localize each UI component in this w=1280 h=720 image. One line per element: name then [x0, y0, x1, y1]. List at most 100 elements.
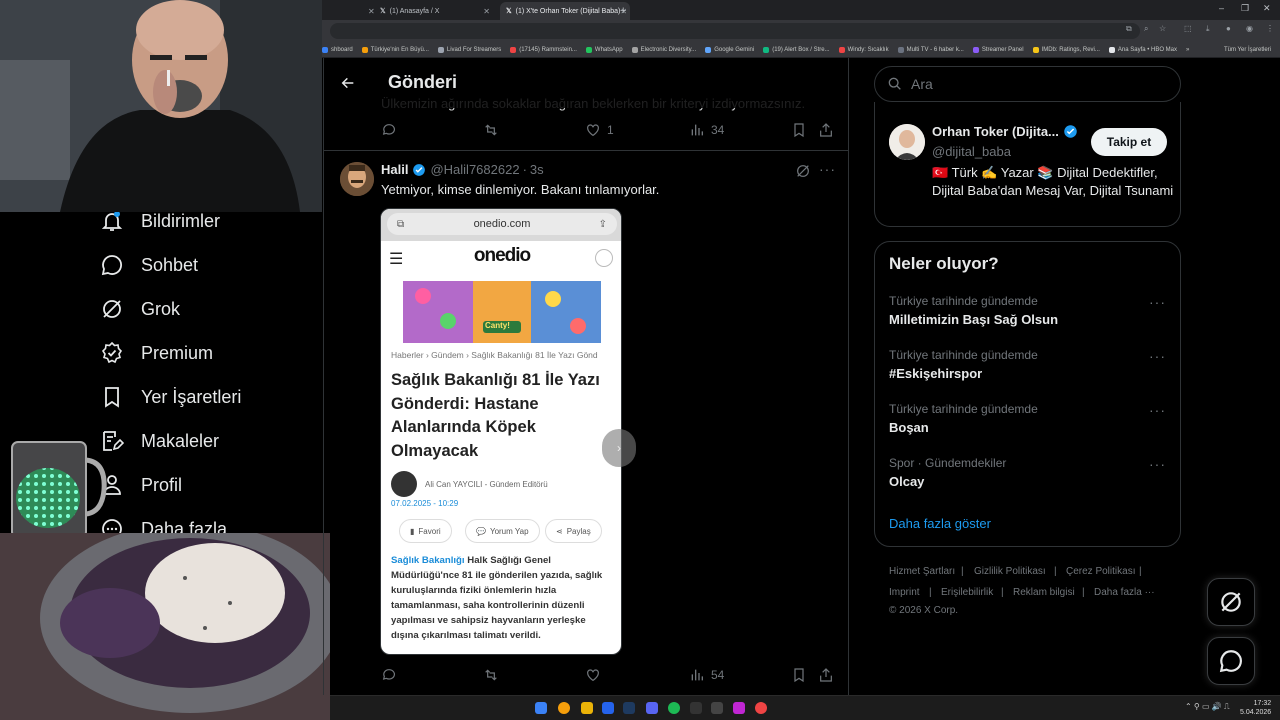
steam-icon[interactable] — [623, 702, 635, 714]
bookmarks-overflow-button[interactable]: » — [1186, 47, 1189, 53]
messages-fab-button[interactable] — [1207, 637, 1255, 685]
footer-link[interactable]: Erişilebilirlik — [941, 587, 993, 598]
reply-button[interactable] — [381, 122, 403, 138]
bookmark-item[interactable]: Multi TV - 6 haber k... — [897, 46, 964, 53]
menu-icon[interactable]: ⋮ — [1266, 24, 1274, 33]
bookmark-item[interactable]: (19) Alert Box / Stre... — [763, 46, 830, 53]
footer-link[interactable]: Gizlilik Politikası — [974, 566, 1046, 577]
spotify-icon[interactable] — [668, 702, 680, 714]
views-button[interactable]: 54 — [689, 667, 724, 683]
tab-close-previous[interactable]: ✕ — [362, 2, 374, 20]
sidebar-item-premium[interactable]: Premium — [100, 341, 213, 365]
close-icon[interactable]: ✕ — [483, 7, 490, 16]
chrome-icon[interactable] — [558, 702, 570, 714]
reply-button[interactable] — [381, 667, 403, 683]
footer-link[interactable]: Çerez Politikası — [1066, 566, 1135, 577]
search-input[interactable]: Ara — [874, 66, 1181, 102]
extensions-icon[interactable]: ⬚ — [1184, 24, 1192, 33]
profile-icon[interactable]: ● — [1226, 24, 1231, 33]
bookmark-item[interactable]: IMDb: Ratings, Revi... — [1032, 46, 1100, 53]
share-button[interactable] — [818, 667, 840, 683]
profile-name[interactable]: Orhan Toker (Dijita... — [932, 124, 1059, 139]
sidebar-item-chat[interactable]: Sohbet — [100, 253, 198, 277]
app-icon[interactable] — [733, 702, 745, 714]
footer-link[interactable]: Imprint — [889, 587, 920, 598]
sidebar-item-notifications[interactable]: Bildirimler — [100, 209, 220, 233]
app-icon[interactable] — [602, 702, 614, 714]
bookmark-item[interactable]: Türkiye'nin En Büyü... — [361, 46, 429, 53]
footer-link[interactable]: Daha fazla ··· — [1094, 587, 1155, 598]
grok-icon[interactable] — [795, 163, 811, 179]
minimize-button[interactable]: – — [1219, 3, 1224, 13]
trend-item[interactable]: Türkiye tarihinde gündemde Milletimizin … — [875, 294, 1180, 346]
bookmark-item[interactable]: Windy: Sıcaklık — [838, 46, 889, 53]
app-icon[interactable] — [755, 702, 767, 714]
author-handle[interactable]: @Halil7682622 — [430, 162, 519, 177]
window-close-button[interactable]: ✕ — [1263, 3, 1271, 14]
more-options-icon[interactable]: ··· — [819, 161, 836, 177]
omnibox[interactable] — [330, 23, 1140, 39]
sidebar-item-grok[interactable]: Grok — [100, 297, 180, 321]
tab-anasayfa[interactable]: 𝕏 (1) Anasayfa / X ✕ — [374, 2, 496, 20]
footer-link[interactable]: Hizmet Şartları — [889, 566, 955, 577]
bookmark-item[interactable]: Livad For Streamers — [437, 46, 501, 53]
tray-icons[interactable]: ⌃ ⚲ ▭ 🔊 ⎍ — [1185, 702, 1230, 712]
bookmark-favicon-icon — [437, 46, 444, 53]
author-name[interactable]: Halil — [381, 162, 408, 177]
profile-handle[interactable]: @dijital_baba — [932, 144, 1011, 159]
install-icon[interactable]: ⧉ — [1126, 24, 1132, 34]
share-button[interactable] — [818, 122, 840, 138]
share-article-button: ⋖ Paylaş — [545, 519, 602, 543]
trend-item[interactable]: Türkiye tarihinde gündemde Boşan ··· — [875, 402, 1180, 454]
follow-button[interactable]: Takip et — [1091, 128, 1167, 156]
bookmark-button[interactable] — [791, 122, 813, 138]
like-button[interactable] — [585, 667, 607, 683]
show-more-link[interactable]: Daha fazla göster — [889, 516, 991, 531]
zoom-icon[interactable]: ⌕ — [1144, 24, 1148, 34]
bookmark-item[interactable]: WhatsApp — [585, 46, 623, 53]
bookmark-item[interactable]: Streamer Panel — [972, 46, 1024, 53]
repost-button[interactable] — [483, 122, 505, 138]
next-slide-icon[interactable]: › — [602, 429, 636, 467]
star-icon[interactable]: ☆ — [1159, 24, 1166, 33]
folder-icon[interactable] — [581, 702, 593, 714]
bookmark-item[interactable]: Google Gemini — [705, 46, 754, 53]
sidebar-item-profile[interactable]: Profil — [100, 473, 182, 497]
epic-games-icon[interactable] — [690, 702, 702, 714]
trend-item[interactable]: Spor · Gündemdekiler Olcay ··· — [875, 456, 1180, 508]
tab-orhan-toker[interactable]: 𝕏 (1) X'te Orhan Toker (Dijital Baba) ✕ — [500, 2, 630, 20]
repost-button[interactable] — [483, 667, 505, 683]
sidebar-item-articles[interactable]: Makaleler — [100, 429, 219, 453]
post-time[interactable]: 3s — [530, 162, 544, 177]
app-icon[interactable] — [711, 702, 723, 714]
bookmark-favicon-icon — [1032, 46, 1039, 53]
discord-icon[interactable] — [646, 702, 658, 714]
sidebar-item-bookmarks[interactable]: Yer İşaretleri — [100, 385, 241, 409]
download-icon[interactable]: ⤓ — [1206, 24, 1210, 34]
bookmark-button[interactable] — [791, 667, 813, 683]
footer-separator: | — [961, 566, 964, 577]
start-icon[interactable] — [535, 702, 547, 714]
arrow-left-icon[interactable] — [340, 75, 356, 91]
clock[interactable]: 17:32 5.04.2026 — [1240, 699, 1271, 717]
trend-item[interactable]: Türkiye tarihinde gündemde #Eskişehirspo… — [875, 348, 1180, 400]
maximize-button[interactable]: ❐ — [1241, 3, 1249, 14]
avatar[interactable] — [340, 162, 374, 196]
views-button[interactable]: 34 — [689, 122, 724, 138]
more-options-icon[interactable]: ··· — [1149, 348, 1166, 364]
more-options-icon[interactable]: ··· — [1149, 456, 1166, 472]
all-bookmarks-button[interactable]: Tüm Yer İşaretleri — [1224, 47, 1271, 53]
profile-icon[interactable]: ◉ — [1246, 24, 1253, 33]
new-tab-button[interactable]: + — [614, 2, 634, 20]
bookmark-item[interactable]: Ana Sayfa • HBO Max — [1108, 46, 1177, 53]
bookmark-item[interactable]: shboard — [322, 46, 353, 53]
more-options-icon[interactable]: ··· — [1149, 402, 1166, 418]
like-button[interactable]: 1 — [585, 122, 614, 138]
more-options-icon[interactable]: ··· — [1149, 294, 1166, 310]
avatar[interactable] — [889, 124, 925, 160]
post-media-image[interactable]: ⧉ onedio.com ⇪ ☰ onedio Canty! Haberler … — [380, 208, 622, 655]
footer-link[interactable]: Reklam bilgisi — [1013, 587, 1075, 598]
bookmark-item[interactable]: Electronic Diversity... — [631, 46, 696, 53]
grok-fab-button[interactable] — [1207, 578, 1255, 626]
bookmark-item[interactable]: (17145) Rammstein... — [510, 46, 577, 53]
